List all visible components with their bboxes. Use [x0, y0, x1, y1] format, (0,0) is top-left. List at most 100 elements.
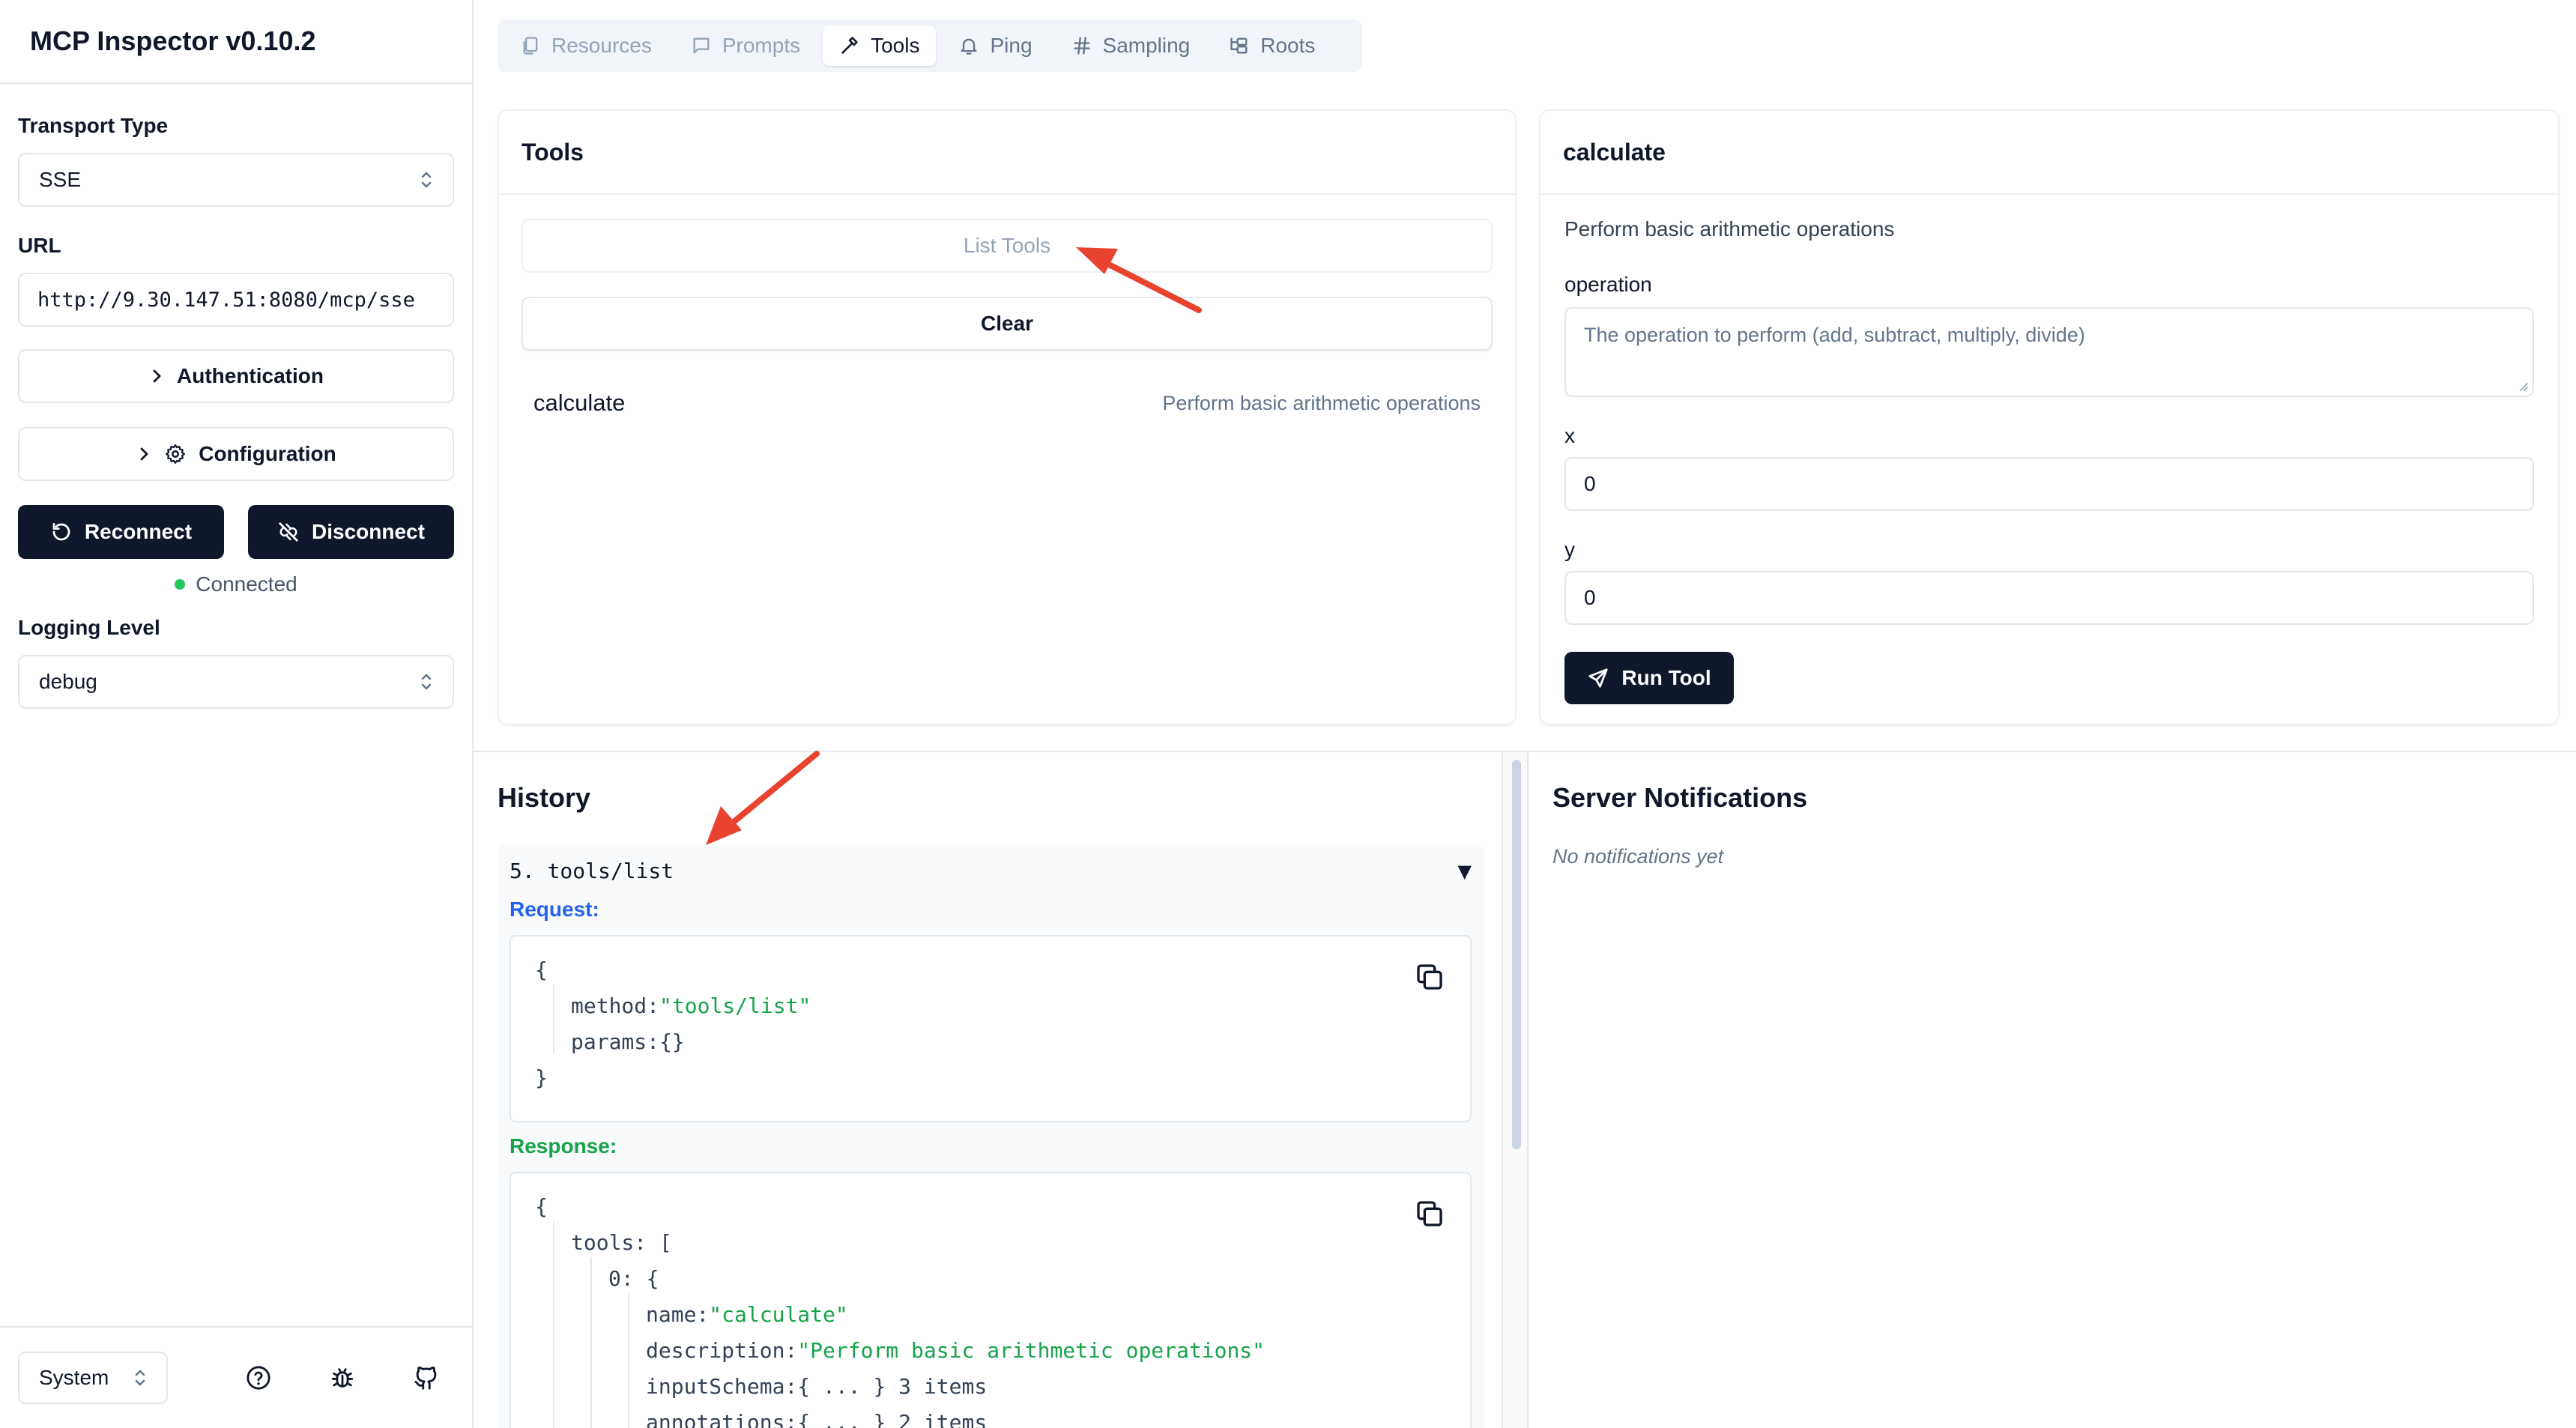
tab-label: Roots: [1260, 34, 1316, 57]
gear-icon: [166, 444, 186, 464]
tab-resources[interactable]: Resources: [504, 25, 668, 66]
request-label: Request:: [510, 898, 599, 921]
y-input[interactable]: 0: [1564, 571, 2534, 625]
bug-icon[interactable]: [324, 1359, 361, 1397]
reconnect-button[interactable]: Reconnect: [18, 505, 224, 559]
tool-detail-title: calculate: [1541, 111, 2558, 195]
code-key: name:: [646, 1302, 710, 1327]
history-panel: History 5. tools/list ▼ Request: { metho…: [498, 752, 1484, 1428]
code-value: "Perform basic arithmetic operations": [797, 1338, 1266, 1363]
chevrons-up-down-icon: [420, 671, 433, 692]
history-scrollbar[interactable]: [1502, 752, 1529, 1428]
chevron-right-icon: [153, 369, 161, 383]
chevrons-up-down-icon: [420, 169, 433, 190]
hammer-icon: [841, 37, 858, 54]
scrollbar-thumb[interactable]: [1512, 760, 1521, 1149]
unplug-icon: [279, 522, 298, 542]
server-notifications-title: Server Notifications: [1552, 782, 1808, 813]
send-icon: [1588, 668, 1609, 688]
tab-label: Resources: [551, 34, 652, 57]
caret-down-icon[interactable]: ▼: [1458, 861, 1472, 882]
transport-type-select[interactable]: SSE: [18, 153, 454, 207]
transport-type-value: SSE: [39, 168, 82, 191]
configuration-label: Configuration: [199, 442, 336, 465]
folder-tree-icon: [1230, 37, 1248, 54]
tool-detail-panel: calculate Perform basic arithmetic opera…: [1539, 109, 2560, 725]
y-label: y: [1564, 538, 1575, 561]
code-item-count: 3 items: [898, 1374, 988, 1399]
code-key: inputSchema:: [646, 1374, 798, 1399]
code-brace: {: [535, 1194, 548, 1219]
run-tool-button[interactable]: Run Tool: [1564, 652, 1734, 704]
chevrons-up-down-icon: [133, 1367, 147, 1388]
code-collapsed-value[interactable]: { ... }: [797, 1374, 886, 1399]
code-value: {}: [659, 1029, 685, 1054]
connection-settings: Transport Type SSE URL http://9.30.147.5…: [0, 84, 472, 709]
url-label: URL: [18, 234, 61, 257]
clear-button[interactable]: Clear: [521, 297, 1493, 351]
help-circle-icon[interactable]: [240, 1359, 277, 1397]
tool-name: calculate: [533, 390, 626, 416]
theme-value: System: [39, 1366, 109, 1389]
disconnect-button[interactable]: Disconnect: [248, 505, 454, 559]
github-icon[interactable]: [408, 1359, 445, 1397]
logging-level-value: debug: [39, 670, 97, 693]
response-code-block: { tools: [ 0: { name:"calculate" descrip…: [510, 1172, 1472, 1428]
authentication-label: Authentication: [177, 364, 324, 387]
x-label: x: [1564, 424, 1575, 447]
logging-level-select[interactable]: debug: [18, 655, 454, 709]
empty-notifications-text: No notifications yet: [1552, 845, 1724, 868]
resize-handle-icon[interactable]: [2516, 379, 2528, 391]
theme-select[interactable]: System: [18, 1352, 168, 1404]
tab-ping[interactable]: Ping: [942, 25, 1048, 66]
tab-label: Sampling: [1102, 34, 1191, 57]
server-notifications-panel: Server Notifications No notifications ye…: [1529, 752, 2576, 1428]
tab-label: Prompts: [722, 34, 801, 57]
code-collapsed-value[interactable]: { ... }: [797, 1410, 886, 1428]
tab-label: Tools: [871, 34, 920, 57]
response-label: Response:: [510, 1134, 617, 1158]
operation-label: operation: [1564, 273, 1652, 296]
status-text: Connected: [196, 572, 297, 596]
code-key: params:: [571, 1029, 660, 1054]
tab-sampling[interactable]: Sampling: [1055, 25, 1207, 66]
tab-roots[interactable]: Roots: [1212, 25, 1331, 66]
operation-textarea[interactable]: The operation to perform (add, subtract,…: [1564, 307, 2534, 397]
connection-buttons: Reconnect Disconnect: [18, 505, 454, 559]
history-title: History: [498, 782, 591, 813]
chevron-right-icon: [140, 447, 148, 461]
tab-prompts[interactable]: Prompts: [674, 25, 817, 66]
connection-status: Connected: [18, 572, 454, 596]
list-tools-button[interactable]: List Tools: [521, 219, 1493, 273]
reconnect-label: Reconnect: [84, 520, 193, 543]
list-item[interactable]: calculate Perform basic arithmetic opera…: [533, 381, 1481, 426]
code-item-count: 2 items: [898, 1410, 988, 1428]
authentication-toggle[interactable]: Authentication: [18, 349, 454, 403]
code-key: method:: [571, 993, 660, 1018]
code-key: annotations:: [646, 1410, 798, 1428]
request-code-block: { method:"tools/list" params:{} }: [510, 935, 1472, 1122]
history-entry-header[interactable]: 5. tools/list ▼: [510, 859, 1472, 883]
sidebar: MCP Inspector v0.10.2 Transport Type SSE…: [0, 0, 474, 1428]
bell-icon: [961, 38, 977, 55]
disconnect-label: Disconnect: [312, 520, 425, 543]
configuration-toggle[interactable]: Configuration: [18, 427, 454, 481]
url-input[interactable]: http://9.30.147.51:8080/mcp/sse: [18, 273, 454, 327]
tool-detail-description: Perform basic arithmetic operations: [1564, 217, 1895, 240]
transport-type-label: Transport Type: [18, 114, 169, 137]
tools-panel-title: Tools: [499, 111, 1515, 195]
hash-icon: [1074, 37, 1090, 55]
code-brace: }: [535, 1065, 548, 1090]
copy-icon[interactable]: [1415, 1199, 1445, 1229]
sidebar-footer: System: [0, 1326, 472, 1428]
tab-tools[interactable]: Tools: [823, 25, 937, 66]
code-value: "calculate": [709, 1302, 848, 1327]
code-key: description:: [646, 1338, 798, 1363]
tools-panel: Tools List Tools Clear calculate Perform…: [498, 109, 1517, 725]
x-input[interactable]: 0: [1564, 457, 2534, 511]
main-tabs: Resources Prompts Tools Ping Sampling Ro…: [498, 19, 1362, 72]
code-brace: {: [535, 957, 548, 982]
copy-icon[interactable]: [1415, 962, 1445, 992]
logging-level-label: Logging Level: [18, 616, 160, 639]
rotate-ccw-icon: [52, 523, 70, 541]
